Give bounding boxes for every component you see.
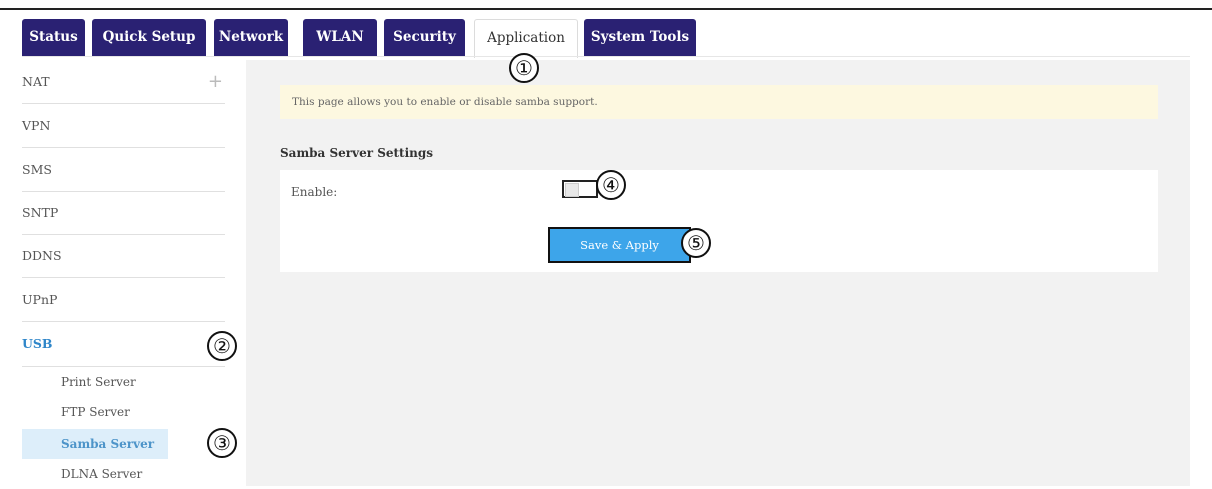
sidebar-item-label: UPnP xyxy=(22,292,58,307)
main-content: This page allows you to enable or disabl… xyxy=(246,60,1190,486)
info-notice: This page allows you to enable or disabl… xyxy=(280,85,1158,119)
tab-underline xyxy=(22,56,1190,57)
sidebar-item-ddns[interactable]: DDNS xyxy=(22,234,225,278)
tab-wlan[interactable]: WLAN xyxy=(303,19,377,56)
sidebar-item-label: DDNS xyxy=(22,248,62,263)
sidebar-item-sms[interactable]: SMS xyxy=(22,148,225,192)
tab-security[interactable]: Security xyxy=(384,19,465,56)
sidebar-subitem-ftp-server[interactable]: FTP Server xyxy=(22,397,168,427)
sidebar-item-upnp[interactable]: UPnP xyxy=(22,278,225,322)
sidebar-item-label: VPN xyxy=(22,118,51,133)
callout-2: ② xyxy=(207,331,237,361)
plus-icon[interactable]: + xyxy=(208,60,223,104)
sidebar-item-label: SMS xyxy=(22,162,52,177)
sidebar-item-label: NAT xyxy=(22,74,50,89)
callout-4: ④ xyxy=(596,170,626,200)
settings-panel: Enable: Save & Apply xyxy=(280,170,1158,272)
section-title: Samba Server Settings xyxy=(280,146,434,160)
sidebar-item-vpn[interactable]: VPN xyxy=(22,104,225,148)
sidebar-item-sntp[interactable]: SNTP xyxy=(22,191,225,235)
sidebar-item-label: USB xyxy=(22,336,53,351)
enable-toggle[interactable] xyxy=(562,180,598,198)
toggle-knob xyxy=(565,183,579,197)
sidebar-subitem-dlna-server[interactable]: DLNA Server xyxy=(22,459,168,489)
callout-3: ③ xyxy=(207,428,237,458)
tab-status[interactable]: Status xyxy=(22,19,85,56)
sidebar-item-nat[interactable]: NAT + xyxy=(22,60,225,104)
callout-1: ① xyxy=(509,53,539,83)
callout-5: ⑤ xyxy=(681,228,711,258)
enable-label: Enable: xyxy=(291,185,338,199)
tab-quick-setup[interactable]: Quick Setup xyxy=(92,19,206,56)
top-border xyxy=(0,8,1212,10)
sidebar-subitem-print-server[interactable]: Print Server xyxy=(22,367,168,397)
sidebar: NAT + VPN SMS SNTP DDNS UPnP USB Print S… xyxy=(22,60,246,486)
save-apply-button[interactable]: Save & Apply xyxy=(548,227,691,263)
tab-network[interactable]: Network xyxy=(214,19,288,56)
tab-system-tools[interactable]: System Tools xyxy=(584,19,696,56)
sidebar-subitem-samba-server[interactable]: Samba Server xyxy=(22,429,168,459)
sidebar-item-label: SNTP xyxy=(22,205,59,220)
sidebar-item-usb[interactable]: USB xyxy=(22,322,225,365)
